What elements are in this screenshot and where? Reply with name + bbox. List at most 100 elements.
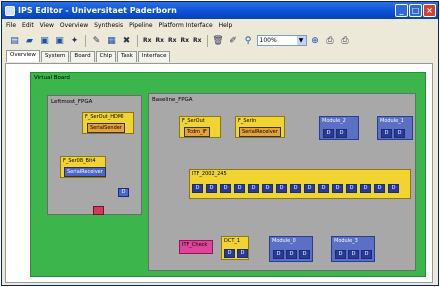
diagram-canvas[interactable]: Virtual Board Leftmost_FPGA F_SerOut_HDM… xyxy=(5,63,433,283)
menu-file[interactable]: File xyxy=(6,22,16,29)
close-button[interactable]: × xyxy=(423,4,436,17)
save-icon[interactable]: ▣ xyxy=(38,34,51,47)
chevron-down-icon[interactable]: ▼ xyxy=(296,36,306,45)
tab-interface[interactable]: Interface xyxy=(137,51,171,62)
module-1[interactable]: Module_1 D D xyxy=(377,116,413,140)
component-ser-out[interactable]: F_SerOut Tcdm_IF xyxy=(179,116,221,138)
bus-port[interactable]: D xyxy=(206,184,217,193)
properties-icon[interactable]: ✐ xyxy=(227,34,240,47)
port[interactable]: D xyxy=(118,188,129,197)
tab-overview[interactable]: Overview xyxy=(6,50,40,62)
bus-port[interactable]: D xyxy=(304,184,315,193)
serial-sender[interactable]: SerialSender xyxy=(87,123,125,133)
tools-icon[interactable]: ✎ xyxy=(90,34,103,47)
bus-port[interactable]: D xyxy=(346,184,357,193)
delete-icon[interactable]: ✖ xyxy=(120,34,133,47)
open-icon[interactable]: ▰ xyxy=(23,34,36,47)
port[interactable]: D xyxy=(361,250,372,259)
port[interactable]: D xyxy=(394,129,405,138)
tab-board[interactable]: Board xyxy=(70,51,95,62)
bus-port[interactable]: D xyxy=(374,184,385,193)
serial-receiver[interactable]: SerialReceiver xyxy=(64,167,106,177)
zoom-in-icon[interactable]: ⊕ xyxy=(309,34,322,47)
bus-port[interactable]: D xyxy=(276,184,287,193)
module-title: Module_0 xyxy=(272,238,296,244)
module-title: Module_2 xyxy=(322,118,346,124)
port[interactable]: D xyxy=(273,250,284,259)
print-preview-icon[interactable]: ⎙ xyxy=(324,34,337,47)
component-title: DCT_1 xyxy=(224,238,241,244)
menu-view[interactable]: View xyxy=(40,22,54,29)
bus-port[interactable]: D xyxy=(290,184,301,193)
menu-edit[interactable]: Edit xyxy=(22,22,34,29)
bus-title: ITF_2002_245 xyxy=(192,171,227,177)
module-3[interactable]: Module_3 D D D xyxy=(331,236,375,262)
zoom-select[interactable]: 100% ▼ xyxy=(256,35,307,46)
window-title: IPS Editor - Universitaet Paderborn xyxy=(18,6,177,15)
rx-button-3[interactable]: Rx xyxy=(167,34,178,47)
port[interactable]: D xyxy=(335,250,346,259)
port[interactable]: D xyxy=(323,129,334,138)
fpga-right-label: Baseline_FPGA xyxy=(152,97,193,103)
virtual-board[interactable]: Virtual Board Leftmost_FPGA F_SerOut_HDM… xyxy=(30,72,426,277)
tcdm-interface[interactable]: Tcdm_IF xyxy=(184,127,210,137)
port[interactable]: D xyxy=(224,249,235,258)
app-icon xyxy=(5,5,15,16)
port[interactable]: D xyxy=(237,249,248,258)
module-0[interactable]: Module_0 D D D xyxy=(269,236,313,262)
menu-help[interactable]: Help xyxy=(219,22,233,29)
maximize-button[interactable]: □ xyxy=(409,4,422,17)
tab-task[interactable]: Task xyxy=(116,51,137,62)
app-window: IPS Editor - Universitaet Paderborn _ □ … xyxy=(1,1,439,286)
component-title: F_SerOut xyxy=(182,118,205,124)
component-title: F_Ser08_Bit4 xyxy=(63,158,96,164)
wand-icon[interactable]: ✦ xyxy=(68,34,81,47)
menu-overview[interactable]: Overview xyxy=(60,22,88,29)
check-component[interactable]: ITF_Check xyxy=(179,240,213,254)
module-2[interactable]: Module_2 D D xyxy=(319,116,359,140)
title-bar: IPS Editor - Universitaet Paderborn _ □ … xyxy=(2,2,438,19)
bus-port[interactable]: D xyxy=(332,184,343,193)
new-icon[interactable]: ▤ xyxy=(8,34,21,47)
minimize-button[interactable]: _ xyxy=(395,4,408,17)
bus-port[interactable]: D xyxy=(234,184,245,193)
bus-port[interactable]: D xyxy=(220,184,231,193)
component-title: F_SerIn xyxy=(238,118,257,124)
bus-port[interactable]: D xyxy=(192,184,203,193)
port[interactable]: D xyxy=(348,250,359,259)
bus-port[interactable]: D xyxy=(360,184,371,193)
rx-button-4[interactable]: Rx xyxy=(180,34,191,47)
menu-bar: File Edit View Overview Synthesis Pipeli… xyxy=(2,19,438,31)
tab-chip[interactable]: Chip xyxy=(95,51,116,62)
zoom-search-icon[interactable]: ⚲ xyxy=(242,34,255,47)
fpga-right[interactable]: Baseline_FPGA F_SerOut Tcdm_IF F_SerIn S… xyxy=(148,93,416,271)
bus-port[interactable]: D xyxy=(388,184,399,193)
fpga-left[interactable]: Leftmost_FPGA F_SerOut_HDMI SerialSender… xyxy=(47,95,142,215)
serial-receiver[interactable]: SerialReceiver xyxy=(239,127,281,137)
view-tabs: Overview System Board Chip Task Interfac… xyxy=(6,50,171,63)
dct-component[interactable]: DCT_1 D D xyxy=(221,236,249,260)
rx-button-5[interactable]: Rx xyxy=(192,34,203,47)
fpga-left-label: Leftmost_FPGA xyxy=(51,99,93,105)
menu-pipeline[interactable]: Pipeline xyxy=(129,22,152,29)
component-ser-in[interactable]: F_SerIn SerialReceiver xyxy=(235,116,285,138)
save-all-icon[interactable]: ▣ xyxy=(53,34,66,47)
bus-port[interactable]: D xyxy=(318,184,329,193)
trash-icon[interactable]: 🗑 xyxy=(212,34,225,47)
menu-platform-interface[interactable]: Platform Interface xyxy=(159,22,213,29)
build-icon[interactable]: ▦ xyxy=(105,34,118,47)
bus-port[interactable]: D xyxy=(248,184,259,193)
port[interactable]: D xyxy=(299,250,310,259)
menu-synthesis[interactable]: Synthesis xyxy=(94,22,123,29)
port[interactable]: D xyxy=(336,129,347,138)
rx-button-2[interactable]: Rx xyxy=(155,34,166,47)
tab-system[interactable]: System xyxy=(40,51,70,62)
component-serout-hdmi[interactable]: F_SerOut_HDMI SerialSender xyxy=(82,112,134,134)
port[interactable]: D xyxy=(381,129,392,138)
port-red[interactable] xyxy=(93,206,104,215)
print-icon[interactable]: ⎙ xyxy=(339,34,352,47)
bus-port[interactable]: D xyxy=(262,184,273,193)
component-ser08[interactable]: F_Ser08_Bit4 SerialReceiver xyxy=(60,156,106,178)
rx-button-1[interactable]: Rx xyxy=(142,34,153,47)
port[interactable]: D xyxy=(286,250,297,259)
